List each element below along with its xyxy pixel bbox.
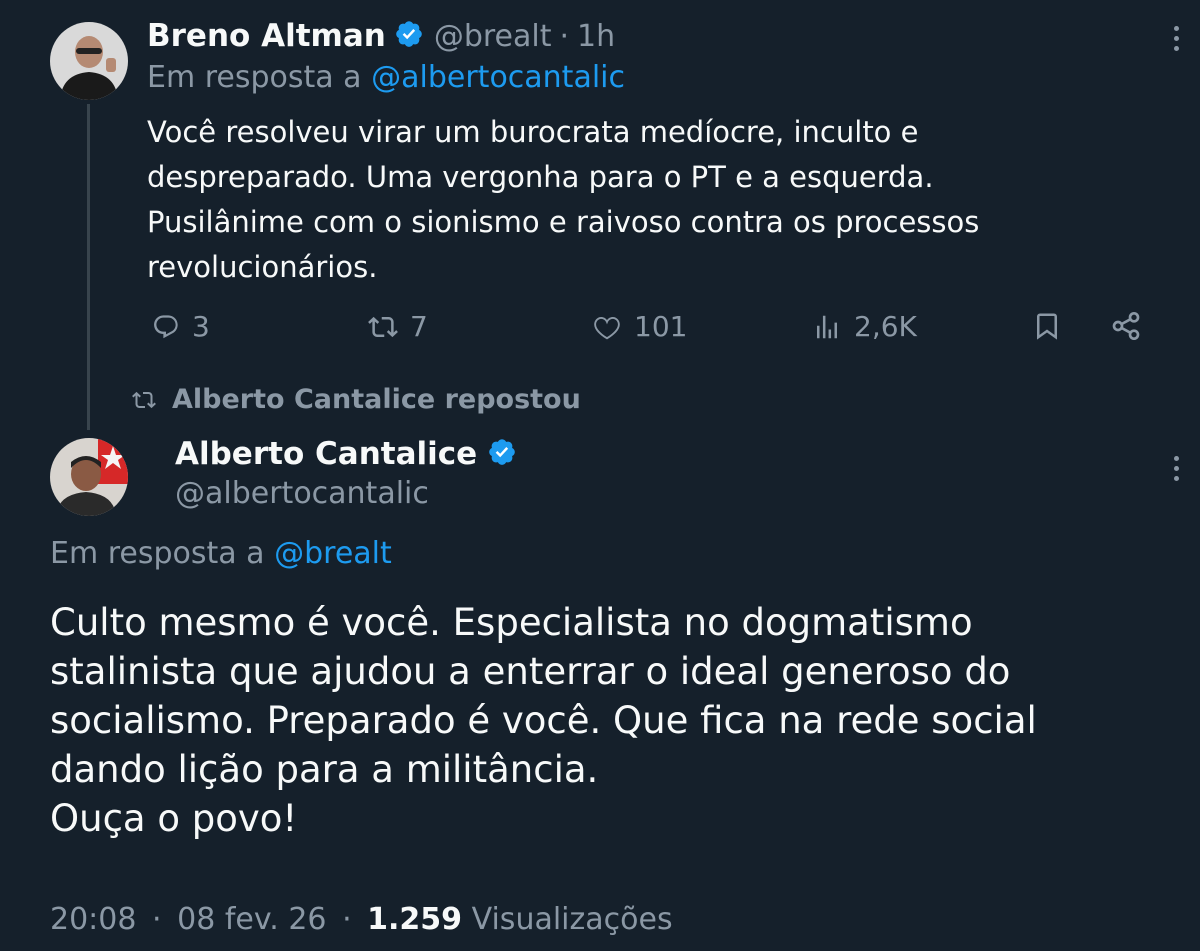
repost-icon: [368, 316, 398, 337]
author-name[interactable]: Breno Altman: [147, 18, 386, 54]
avatar-alberto-cantalice[interactable]: [50, 438, 128, 516]
main-tweet-header: Alberto Cantalice: [175, 432, 517, 476]
reply-button[interactable]: 3: [152, 310, 210, 343]
view-count: 1.259: [367, 902, 463, 937]
repost-notice-text: Alberto Cantalice repostou: [172, 384, 581, 415]
author-handle[interactable]: @albertocantalic: [175, 476, 429, 511]
tweet-time[interactable]: 1h: [577, 19, 615, 54]
reply-tweet-text: Você resolveu virar um burocrata medíocr…: [147, 110, 979, 290]
views-button[interactable]: 2,6K: [812, 310, 917, 343]
avatar-breno-altman[interactable]: [50, 22, 128, 100]
text-line: Você resolveu virar um burocrata medíocr…: [147, 115, 919, 149]
repost-count: 7: [410, 310, 428, 343]
tweet-date[interactable]: 08 fev. 26: [177, 902, 326, 937]
reply-prefix: Em resposta a: [147, 60, 362, 95]
reply-icon: [154, 314, 178, 338]
text-line: revolucionários.: [147, 250, 378, 284]
more-icon[interactable]: [1174, 456, 1180, 486]
main-tweet-text: Culto mesmo é você. Especialista no dogm…: [50, 598, 1037, 843]
repost-icon: [132, 391, 156, 408]
tweet-meta: 20:08 · 08 fev. 26 · 1.259 Visualizações: [50, 902, 673, 937]
reply-context: Em resposta a @albertocantalic: [147, 60, 625, 95]
reply-to-link[interactable]: @albertocantalic: [371, 60, 625, 95]
repost-button[interactable]: 7: [368, 310, 428, 343]
reply-to-link[interactable]: @brealt: [274, 536, 392, 571]
repost-notice[interactable]: Alberto Cantalice repostou: [132, 384, 581, 415]
text-line: socialismo. Preparado é você. Que fica n…: [50, 699, 1037, 742]
reply-prefix: Em resposta a: [50, 536, 265, 571]
text-line: Culto mesmo é você. Especialista no dogm…: [50, 601, 973, 644]
text-line: stalinista que ajudou a enterrar o ideal…: [50, 650, 1011, 693]
text-line: Pusilânime com o sionismo e raivoso cont…: [147, 205, 980, 239]
reply-tweet-header: Breno Altman @brealt · 1h: [147, 14, 615, 58]
separator: ·: [559, 18, 570, 54]
tweet-time[interactable]: 20:08: [50, 902, 136, 937]
reply-count: 3: [192, 310, 210, 343]
author-handle[interactable]: @brealt: [434, 19, 552, 54]
more-icon[interactable]: [1174, 26, 1180, 56]
author-name[interactable]: Alberto Cantalice: [175, 436, 477, 472]
verified-badge-icon: [487, 437, 517, 471]
bookmark-icon: [1037, 313, 1057, 340]
thread-line: [87, 104, 90, 430]
like-count: 101: [634, 310, 688, 343]
text-line: Ouça o povo!: [50, 797, 298, 840]
share-icon: [1112, 312, 1140, 340]
view-label: Visualizações: [471, 902, 673, 937]
like-button[interactable]: 101: [592, 310, 687, 343]
text-line: dando lição para a militância.: [50, 748, 599, 791]
views-icon: [817, 315, 837, 338]
like-icon: [594, 316, 620, 339]
reply-context: Em resposta a @brealt: [50, 536, 392, 571]
bookmark-button[interactable]: [1032, 310, 1074, 342]
text-line: despreparado. Uma vergonha para o PT e a…: [147, 160, 934, 194]
share-button[interactable]: [1110, 310, 1154, 342]
verified-badge-icon: [394, 19, 424, 53]
views-count: 2,6K: [854, 310, 917, 343]
